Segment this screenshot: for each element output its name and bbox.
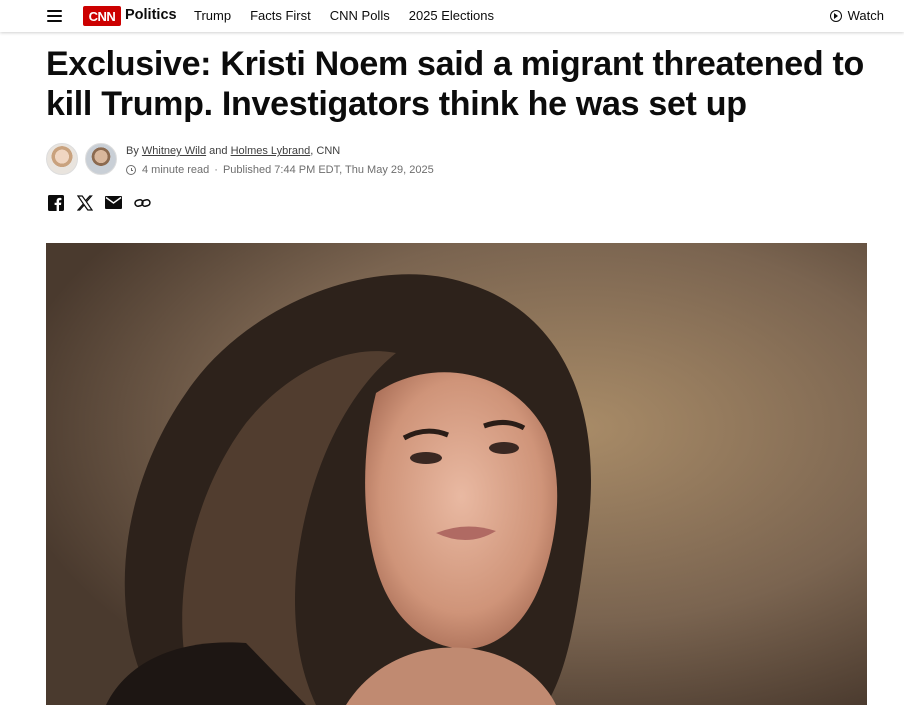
- byline-suffix: , CNN: [310, 145, 341, 157]
- article-meta: 4 minute read · Published 7:44 PM EDT, T…: [126, 164, 434, 176]
- nav-link-2025-elections[interactable]: 2025 Elections: [409, 8, 494, 23]
- nav-link-facts-first[interactable]: Facts First: [250, 8, 311, 23]
- author-avatar-1[interactable]: [46, 143, 78, 175]
- author-link-1[interactable]: Whitney Wild: [142, 145, 206, 157]
- play-icon: [829, 9, 842, 22]
- published-timestamp: Published 7:44 PM EDT, Thu May 29, 2025: [222, 164, 434, 176]
- section-title[interactable]: Politics: [125, 7, 177, 23]
- link-icon[interactable]: [134, 194, 151, 211]
- facebook-icon[interactable]: [47, 194, 64, 211]
- article-headline: Exclusive: Kristi Noem said a migrant th…: [46, 45, 864, 123]
- section-nav: Trump Facts First CNN Polls 2025 Electio…: [194, 8, 513, 23]
- byline-and: and: [209, 145, 228, 157]
- x-icon[interactable]: [76, 194, 93, 211]
- nav-link-cnn-polls[interactable]: CNN Polls: [330, 8, 390, 23]
- author-link-2[interactable]: Holmes Lybrand: [231, 145, 311, 157]
- byline-prefix: By: [126, 145, 139, 157]
- author-avatar-2[interactable]: [85, 143, 117, 175]
- watch-button[interactable]: Watch: [829, 8, 884, 23]
- menu-icon[interactable]: [47, 9, 63, 23]
- clock-icon: [126, 165, 136, 175]
- watch-label: Watch: [847, 8, 884, 23]
- share-bar: [47, 194, 151, 211]
- nav-link-trump[interactable]: Trump: [194, 8, 231, 23]
- meta-separator: ·: [214, 164, 218, 176]
- cnn-logo[interactable]: CNN: [83, 6, 121, 26]
- hero-image[interactable]: [46, 243, 867, 705]
- email-icon[interactable]: [105, 194, 122, 211]
- top-nav-bar: CNN Politics Trump Facts First CNN Polls…: [0, 0, 904, 32]
- read-time: 4 minute read: [142, 164, 210, 176]
- byline: By Whitney Wild and Holmes Lybrand, CNN: [126, 145, 340, 157]
